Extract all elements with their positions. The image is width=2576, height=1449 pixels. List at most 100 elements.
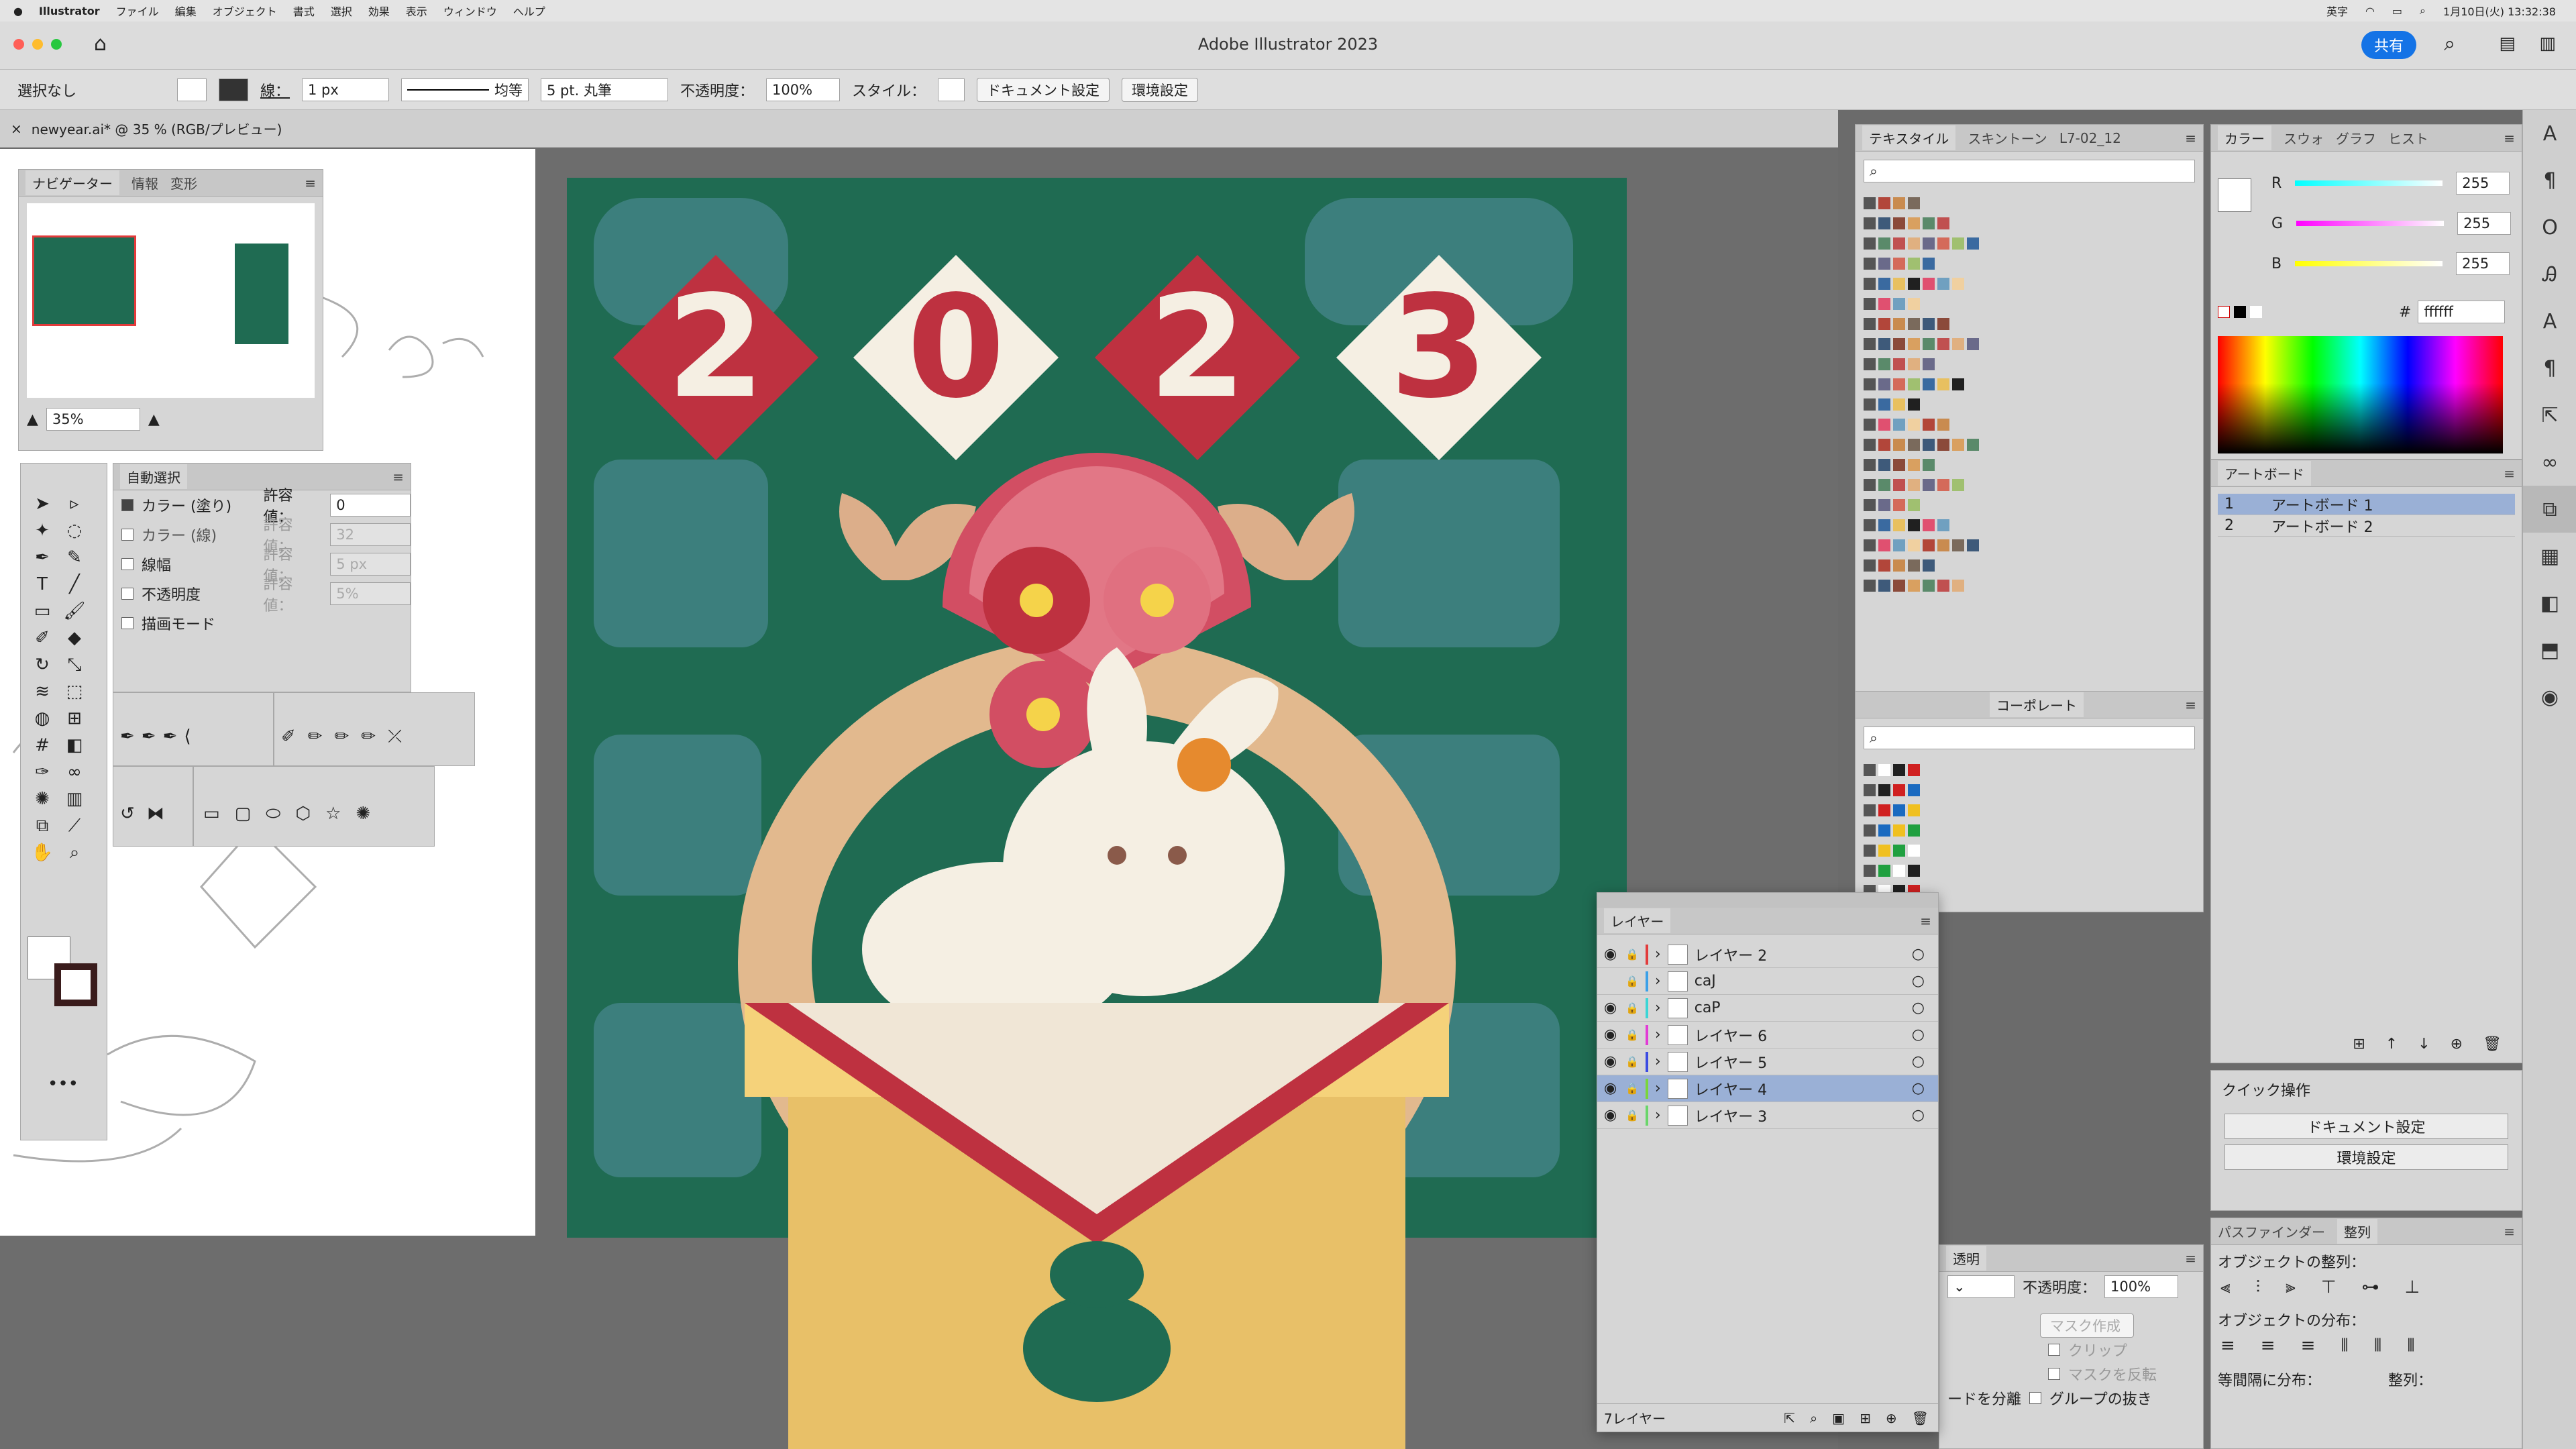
layer-name[interactable]: レイヤー 2 [1695, 944, 1905, 965]
swatch-group-row[interactable] [1864, 374, 2195, 394]
menu-help[interactable]: ヘルプ [513, 3, 545, 19]
layers-panel-grip[interactable] [1597, 893, 1938, 908]
color-swatch[interactable] [1878, 559, 1890, 572]
quick-doc-settings-button[interactable]: ドキュメント設定 [2224, 1114, 2508, 1139]
rectangle-tool-icon[interactable]: ▭ [203, 804, 220, 824]
swatch-group-row[interactable] [1864, 841, 2195, 861]
slice-tool-icon[interactable]: ⟋ [58, 812, 91, 839]
color-swatch[interactable] [1908, 559, 1920, 572]
opacity-field[interactable]: 100% [2104, 1275, 2179, 1298]
tab-info[interactable]: 情報 [131, 173, 158, 193]
blend-mode-checkbox[interactable] [121, 617, 133, 629]
ellipse-tool-icon[interactable]: ⬭ [266, 804, 280, 824]
color-swatch[interactable] [1937, 318, 1949, 330]
dist-left-icon[interactable]: ⦀ [2341, 1336, 2348, 1356]
tab-corporate[interactable]: コーポレート [1990, 692, 2084, 717]
color-swatch[interactable] [1878, 479, 1890, 491]
swatch-group-row[interactable] [1864, 254, 2195, 274]
color-swatch[interactable] [1893, 318, 1905, 330]
new-layer-icon[interactable]: ⊕ [1886, 1410, 1897, 1426]
lock-icon[interactable]: 🔒 [1625, 975, 1639, 987]
color-swatch[interactable] [1893, 217, 1905, 229]
invert-mask-checkbox[interactable] [2048, 1368, 2060, 1380]
layer-name[interactable]: caP [1695, 1000, 1905, 1016]
color-swatch[interactable] [1893, 358, 1905, 370]
color-swatch[interactable] [1908, 580, 1920, 592]
smooth-tool-icon[interactable]: ✏ [335, 727, 350, 747]
color-swatch[interactable] [1937, 539, 1949, 551]
swatch-group-row[interactable] [1864, 820, 2195, 841]
lock-icon[interactable]: 🔒 [1625, 1002, 1639, 1014]
color-swatch[interactable] [1967, 237, 1979, 250]
tab-transform[interactable]: 変形 [170, 173, 197, 193]
white-swatch[interactable] [2250, 306, 2262, 318]
free-transform-tool-icon[interactable]: ⬚ [58, 678, 91, 705]
swatch-group-row[interactable] [1864, 394, 2195, 415]
color-swatch[interactable] [1878, 764, 1890, 776]
color-swatch[interactable] [1878, 217, 1890, 229]
color-swatch[interactable] [1893, 398, 1905, 411]
delete-artboard-icon[interactable]: 🗑 [2483, 1036, 2502, 1053]
color-swatch[interactable] [1967, 439, 1979, 451]
tab-textile[interactable]: テキスタイル [1862, 125, 1956, 150]
color-swatch[interactable] [1923, 318, 1935, 330]
brush-definition[interactable]: 5 pt. 丸筆 [541, 78, 669, 101]
color-swatch[interactable] [1908, 419, 1920, 431]
rotate-tool-icon[interactable]: ↺ [120, 804, 135, 824]
menu-object[interactable]: オブジェクト [213, 3, 277, 19]
search-icon[interactable]: ⌕ [2420, 4, 2426, 17]
shaper-tool-icon[interactable]: ✐ [281, 727, 296, 747]
color-swatch[interactable] [1952, 580, 1964, 592]
swatch-search-input[interactable]: ⌕ [1864, 160, 2195, 182]
dist-right-icon[interactable]: ⦀ [2407, 1336, 2414, 1356]
color-swatch[interactable] [1878, 804, 1890, 816]
color-swatch[interactable] [1952, 278, 1964, 290]
glyphs-icon[interactable]: Ꭿ [2523, 251, 2576, 298]
color-swatch[interactable] [1908, 358, 1920, 370]
layer-row[interactable]: ◉ 🔒 › caP ○ [1597, 995, 1938, 1022]
variable-width-profile[interactable]: 均等 [401, 78, 529, 101]
dist-vcenter-icon[interactable]: ≡ [2261, 1336, 2275, 1356]
menu-view[interactable]: 表示 [406, 3, 427, 19]
color-swatch[interactable] [1878, 784, 1890, 796]
artboard-row[interactable]: 2 アートボード 2 [2218, 515, 2515, 537]
paintbrush-tool-icon[interactable]: 🖌 [58, 598, 91, 625]
document-settings-button[interactable]: ドキュメント設定 [977, 77, 1110, 102]
export-icon[interactable]: ⇱ [2523, 392, 2576, 439]
delete-layer-icon[interactable]: 🗑 [1912, 1410, 1929, 1426]
tab-histogram[interactable]: ヒスト [2388, 128, 2428, 148]
panel-menu-icon[interactable]: ≡ [2185, 697, 2196, 713]
b-slider[interactable] [2295, 261, 2443, 266]
links-icon[interactable]: ∞ [2523, 439, 2576, 486]
navigator-preview[interactable] [27, 203, 315, 398]
stroke-swatch[interactable] [219, 78, 248, 101]
b-field[interactable]: 255 [2456, 252, 2510, 275]
workspace-icon[interactable]: ▤ [2499, 34, 2516, 54]
swatch-group-row[interactable] [1864, 515, 2195, 535]
tab-align[interactable]: 整列 [2337, 1219, 2377, 1244]
color-swatch[interactable] [1878, 539, 1890, 551]
gradient-icon[interactable]: ◧ [2523, 580, 2576, 627]
type-tool-icon[interactable]: T [26, 571, 58, 598]
hex-field[interactable]: ffffff [2418, 301, 2506, 323]
pen-tool-icon[interactable]: ✒ [26, 544, 58, 571]
library-search-input[interactable]: ⌕ [1864, 727, 2195, 749]
color-swatch[interactable] [1908, 845, 1920, 857]
eraser-tool-icon[interactable]: ◆ [58, 625, 91, 651]
color-swatch[interactable] [1893, 865, 1905, 877]
clock[interactable]: 1月10日(火) 13:32:38 [2443, 3, 2556, 19]
color-swatch[interactable] [1908, 217, 1920, 229]
share-button[interactable]: 共有 [2361, 31, 2416, 59]
zoom-field[interactable]: 35% [46, 408, 140, 431]
rearrange-icon[interactable]: ⊞ [2353, 1036, 2365, 1053]
color-swatch[interactable] [1923, 539, 1935, 551]
color-swatch[interactable] [1908, 764, 1920, 776]
expand-chevron-icon[interactable]: › [1655, 1080, 1661, 1097]
color-swatch[interactable] [1878, 865, 1890, 877]
color-swatch[interactable] [1908, 439, 1920, 451]
panel-menu-icon[interactable]: ≡ [2504, 130, 2515, 146]
paragraph-icon[interactable]: ¶ [2523, 157, 2576, 204]
dist-hcenter-icon[interactable]: ⦀ [2374, 1336, 2381, 1356]
color-swatch[interactable] [1952, 237, 1964, 250]
zoom-out-icon[interactable]: ▲ [27, 411, 38, 428]
